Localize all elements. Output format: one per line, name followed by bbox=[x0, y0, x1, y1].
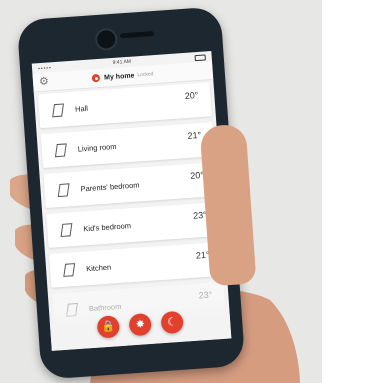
sun-button[interactable]: ✸ bbox=[128, 312, 152, 337]
app-screen: ••••• 9:41 AM ⚙ My home Locked Hall 20° … bbox=[31, 51, 232, 351]
room-icon bbox=[63, 262, 76, 277]
room-name: Parents' bedroom bbox=[80, 179, 140, 193]
room-item-living-room[interactable]: Living room 21° bbox=[40, 122, 215, 169]
room-icon bbox=[60, 222, 73, 237]
room-temperature: 20° bbox=[184, 90, 199, 102]
camera bbox=[94, 27, 118, 52]
room-icon bbox=[57, 182, 70, 197]
room-temperature: 21° bbox=[187, 129, 202, 141]
room-icon bbox=[52, 102, 64, 117]
room-name: Hall bbox=[74, 103, 89, 114]
room-icon bbox=[54, 142, 67, 157]
home-title: My home bbox=[103, 71, 135, 82]
speaker bbox=[119, 31, 155, 39]
lock-button[interactable]: 🔒 bbox=[96, 315, 121, 339]
room-item-kitchen[interactable]: Kitchen 21° bbox=[49, 241, 223, 288]
room-item-parents-bedroom[interactable]: Parents' bedroom 20° bbox=[43, 162, 218, 208]
gear-icon[interactable]: ⚙ bbox=[39, 75, 52, 88]
home-lock-status: Locked bbox=[137, 71, 154, 79]
battery-icon bbox=[194, 54, 206, 62]
room-name: Kitchen bbox=[85, 262, 112, 273]
moon-button[interactable]: ☾ bbox=[160, 310, 184, 335]
room-name: Kid's bedroom bbox=[83, 220, 132, 233]
room-item-kids-bedroom[interactable]: Kid's bedroom 23° bbox=[46, 201, 221, 248]
room-list: Hall 20° Living room 21° Parents' bedroo… bbox=[34, 80, 230, 328]
home-logo-icon bbox=[91, 73, 101, 83]
room-name: Living room bbox=[77, 141, 117, 154]
